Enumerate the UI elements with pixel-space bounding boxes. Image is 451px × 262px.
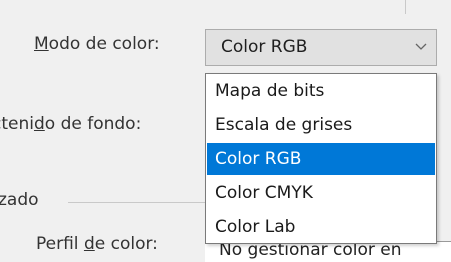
option-color-cmyk[interactable]: Color CMYK	[207, 177, 435, 209]
background-label: ctenido de fondo:	[0, 114, 141, 134]
color-mode-label-text: odo de color:	[48, 34, 160, 54]
option-color-lab[interactable]: Color Lab	[207, 211, 435, 243]
option-color-rgb[interactable]: Color RGB	[207, 143, 435, 175]
background-mnemonic: d	[33, 114, 45, 134]
color-mode-selected-value: Color RGB	[221, 37, 308, 57]
section-divider	[68, 202, 208, 203]
divider-top	[405, 0, 406, 14]
option-mapa-de-bits[interactable]: Mapa de bits	[207, 75, 435, 107]
color-mode-select[interactable]: Color RGB	[205, 29, 437, 66]
section-title: zado	[0, 190, 39, 210]
background-label-before: cteni	[0, 114, 34, 134]
chevron-down-icon	[415, 43, 427, 50]
color-profile-label-after: e color:	[94, 234, 158, 254]
color-mode-label: Modo de color:	[34, 34, 160, 54]
background-label-after: o de fondo:	[44, 114, 142, 134]
option-escala-de-grises[interactable]: Escala de grises	[207, 109, 435, 141]
color-profile-label: Perfil de color:	[36, 234, 158, 254]
color-profile-select[interactable]: No gestionar color en	[205, 241, 451, 262]
color-profile-mnemonic: d	[83, 234, 95, 254]
color-mode-dropdown-list: Mapa de bits Escala de grises Color RGB …	[205, 73, 437, 244]
color-mode-mnemonic: M	[34, 34, 49, 54]
color-profile-label-before: Perfil	[36, 234, 84, 254]
